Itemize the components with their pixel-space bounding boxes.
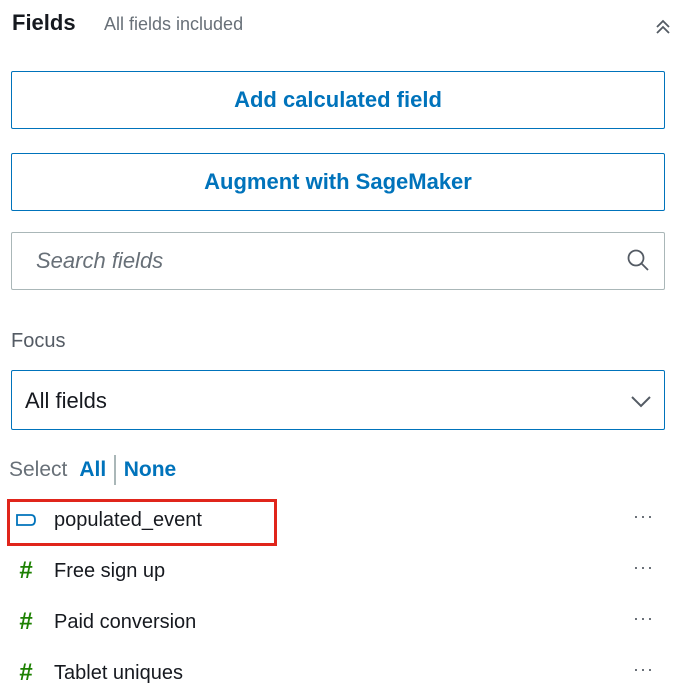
- field-name: Free sign up: [54, 559, 166, 582]
- chevron-down-icon: [630, 391, 652, 411]
- search-input[interactable]: [12, 233, 612, 288]
- fields-header: Fields All fields included: [12, 10, 672, 42]
- dimension-tag-icon: [14, 508, 38, 532]
- field-name: populated_event: [54, 508, 202, 531]
- search-icon[interactable]: [626, 248, 650, 272]
- select-none-link[interactable]: None: [124, 458, 177, 482]
- more-options-icon[interactable]: ···: [633, 659, 654, 680]
- field-item-paid-conversion[interactable]: # Paid conversion ···: [14, 602, 664, 642]
- more-options-icon[interactable]: ···: [633, 506, 654, 527]
- hash-icon: #: [19, 608, 33, 635]
- focus-select[interactable]: All fields: [11, 370, 665, 430]
- select-controls: Select All None: [9, 455, 176, 485]
- select-divider: [114, 455, 116, 485]
- field-item-tablet-uniques[interactable]: # Tablet uniques ···: [14, 653, 664, 688]
- panel-title: Fields: [12, 10, 76, 35]
- field-item-free-sign-up[interactable]: # Free sign up ···: [14, 551, 664, 591]
- double-chevron-up-icon[interactable]: [652, 16, 674, 38]
- select-all-link[interactable]: All: [79, 458, 106, 482]
- search-box: [11, 232, 665, 290]
- focus-label: Focus: [11, 330, 66, 352]
- more-options-icon[interactable]: ···: [633, 557, 654, 578]
- focus-select-value: All fields: [25, 388, 107, 413]
- field-name: Tablet uniques: [54, 661, 183, 684]
- augment-with-sagemaker-button[interactable]: Augment with SageMaker: [11, 153, 665, 211]
- select-label: Select: [9, 458, 68, 481]
- field-name: Paid conversion: [54, 610, 197, 633]
- more-options-icon[interactable]: ···: [633, 608, 654, 629]
- hash-icon: #: [19, 557, 33, 584]
- panel-subtitle: All fields included: [104, 14, 244, 34]
- hash-icon: #: [19, 659, 33, 686]
- add-calculated-field-button[interactable]: Add calculated field: [11, 71, 665, 129]
- field-item-populated-event[interactable]: populated_event ···: [14, 500, 664, 540]
